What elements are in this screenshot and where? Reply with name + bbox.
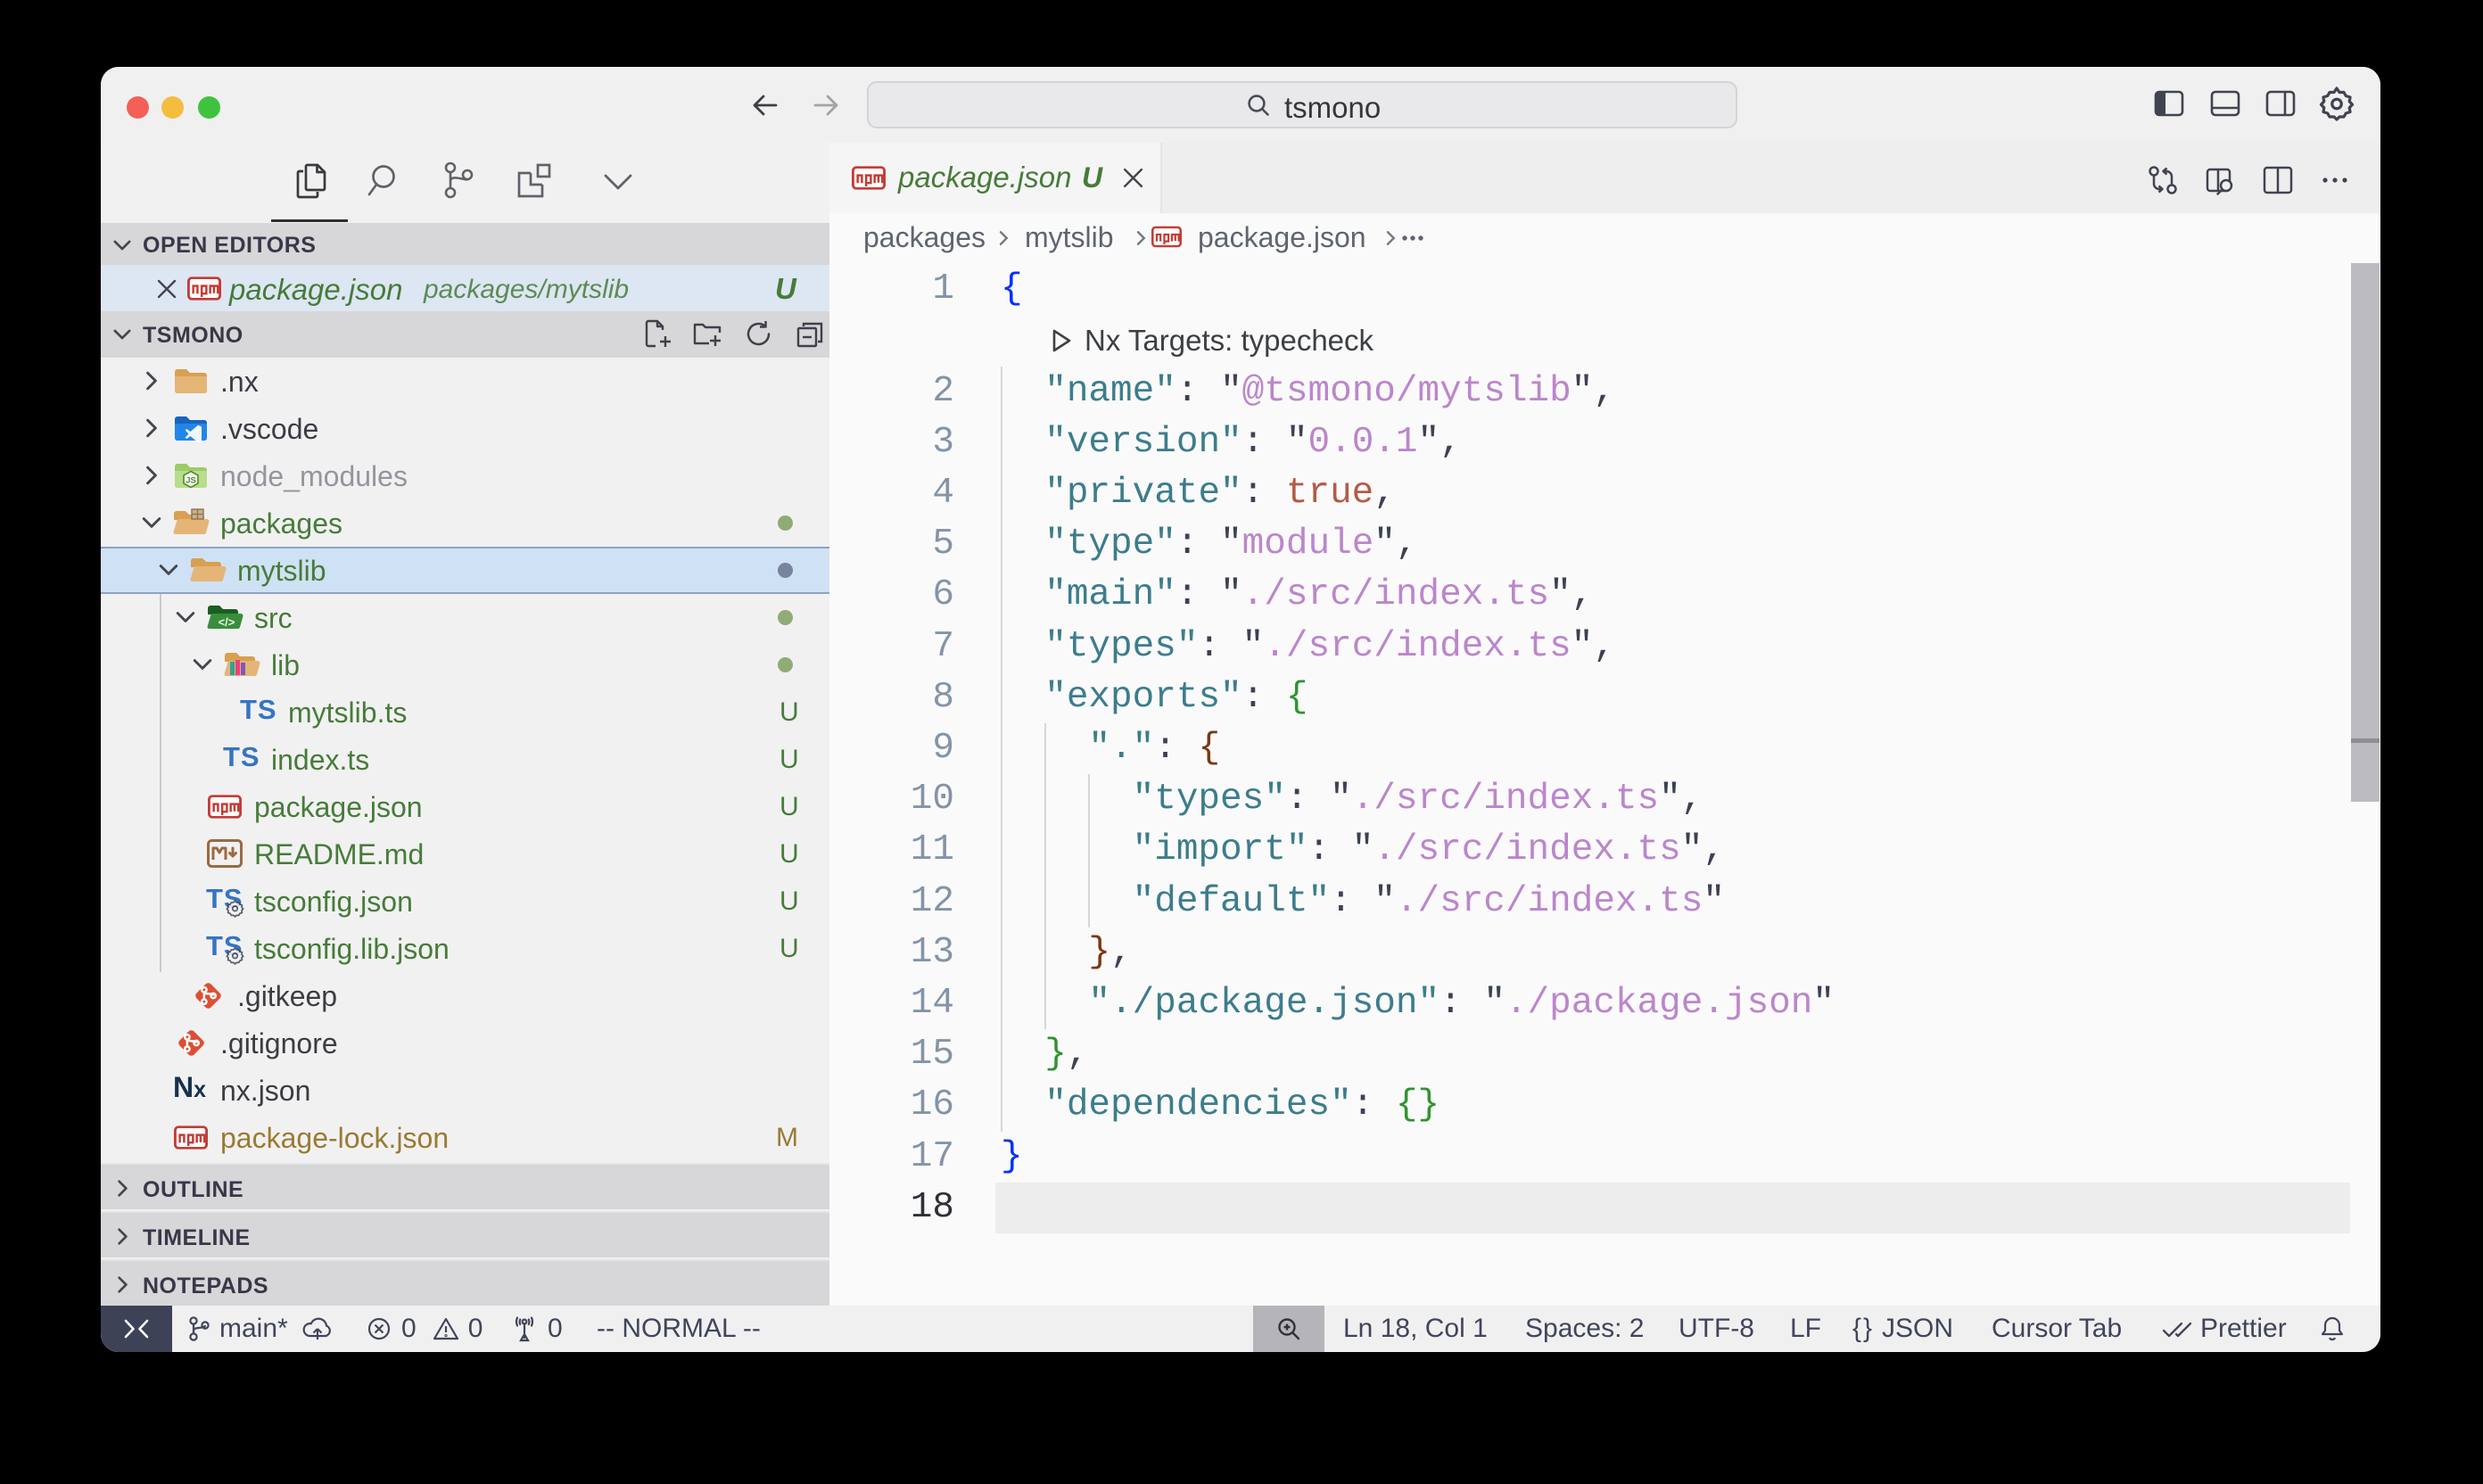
- svg-text:JS: JS: [186, 476, 196, 486]
- svg-text:</>: </>: [219, 615, 235, 629]
